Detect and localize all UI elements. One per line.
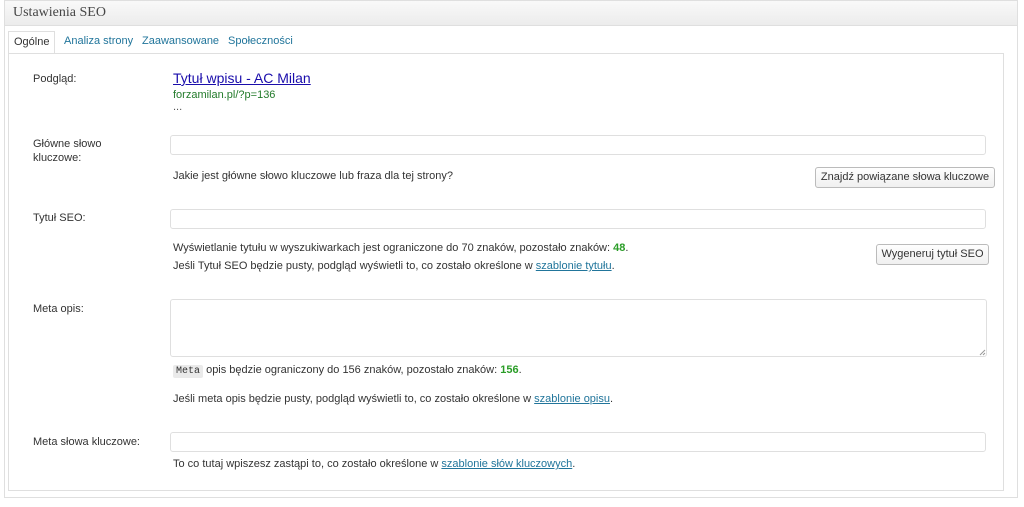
panel-header[interactable]: Ustawienia SEO — [5, 1, 1017, 26]
meta-description-remaining-count: 156 — [500, 364, 519, 376]
resize-grip-icon[interactable] — [979, 349, 986, 356]
meta-description-empty-help: Jeśli meta opis będzie pusty, podgląd wy… — [173, 393, 613, 405]
meta-description-empty-text: Jeśli meta opis będzie pusty, podgląd wy… — [173, 393, 535, 405]
tab-advanced[interactable]: Zaawansowane — [142, 31, 219, 52]
meta-description-length-text: opis będzie ograniczony do 156 znaków, p… — [203, 364, 501, 376]
seo-title-remaining-count: 48 — [613, 242, 626, 254]
preview-label: Podgląd: — [33, 73, 77, 85]
meta-keywords-help-text: To co tutaj wpiszesz zastąpi to, co zost… — [173, 458, 442, 470]
seo-title-length-suffix: . — [625, 242, 629, 254]
tab-content-general — [8, 53, 1004, 491]
tab-social[interactable]: Społeczności — [228, 31, 293, 52]
description-template-link[interactable]: szablonie opisu — [534, 393, 610, 405]
meta-keywords-help-suffix: . — [572, 458, 576, 470]
focus-keyword-label-line1: Główne słowo — [33, 138, 102, 150]
focus-keyword-input[interactable] — [170, 135, 986, 155]
seo-title-length-text: Wyświetlanie tytułu w wyszukiwarkach jes… — [173, 242, 614, 254]
meta-description-textarea[interactable] — [170, 299, 987, 357]
snippet-preview-description: ... — [173, 101, 183, 113]
seo-title-empty-help: Jeśli Tytuł SEO będzie pusty, podgląd wy… — [173, 260, 615, 272]
panel-title: Ustawienia SEO — [13, 5, 106, 20]
find-related-keywords-button[interactable]: Znajdź powiązane słowa kluczowe — [815, 167, 995, 188]
seo-title-length-help: Wyświetlanie tytułu w wyszukiwarkach jes… — [173, 242, 628, 254]
meta-description-length-help: Meta opis będzie ograniczony do 156 znak… — [173, 364, 522, 378]
meta-description-empty-suffix: . — [610, 393, 614, 405]
meta-code-tag: Meta — [173, 365, 204, 378]
meta-description-label: Meta opis: — [33, 303, 84, 315]
meta-keywords-input[interactable] — [170, 432, 986, 452]
focus-keyword-label-line2: kluczowe: — [33, 152, 82, 164]
meta-keywords-label: Meta słowa kluczowe: — [33, 436, 140, 448]
tab-general[interactable]: Ogólne — [8, 31, 56, 54]
keywords-template-link[interactable]: szablonie słów kluczowych — [441, 458, 572, 470]
meta-keywords-help: To co tutaj wpiszesz zastąpi to, co zost… — [173, 458, 575, 470]
title-template-link[interactable]: szablonie tytułu — [536, 260, 612, 272]
seo-title-empty-suffix: . — [611, 260, 615, 272]
seo-title-label: Tytuł SEO: — [33, 212, 86, 224]
focus-keyword-help: Jakie jest główne słowo kluczowe lub fra… — [173, 170, 454, 182]
generate-seo-title-button[interactable]: Wygeneruj tytuł SEO — [876, 244, 989, 265]
snippet-preview-title[interactable]: Tytuł wpisu - AC Milan — [173, 70, 311, 86]
meta-description-length-suffix: . — [518, 364, 522, 376]
snippet-preview-url: forzamilan.pl/?p=136 — [173, 89, 276, 101]
seo-title-input[interactable] — [170, 209, 986, 229]
tab-page-analysis[interactable]: Analiza strony — [64, 31, 133, 52]
seo-title-empty-text: Jeśli Tytuł SEO będzie pusty, podgląd wy… — [173, 260, 536, 272]
